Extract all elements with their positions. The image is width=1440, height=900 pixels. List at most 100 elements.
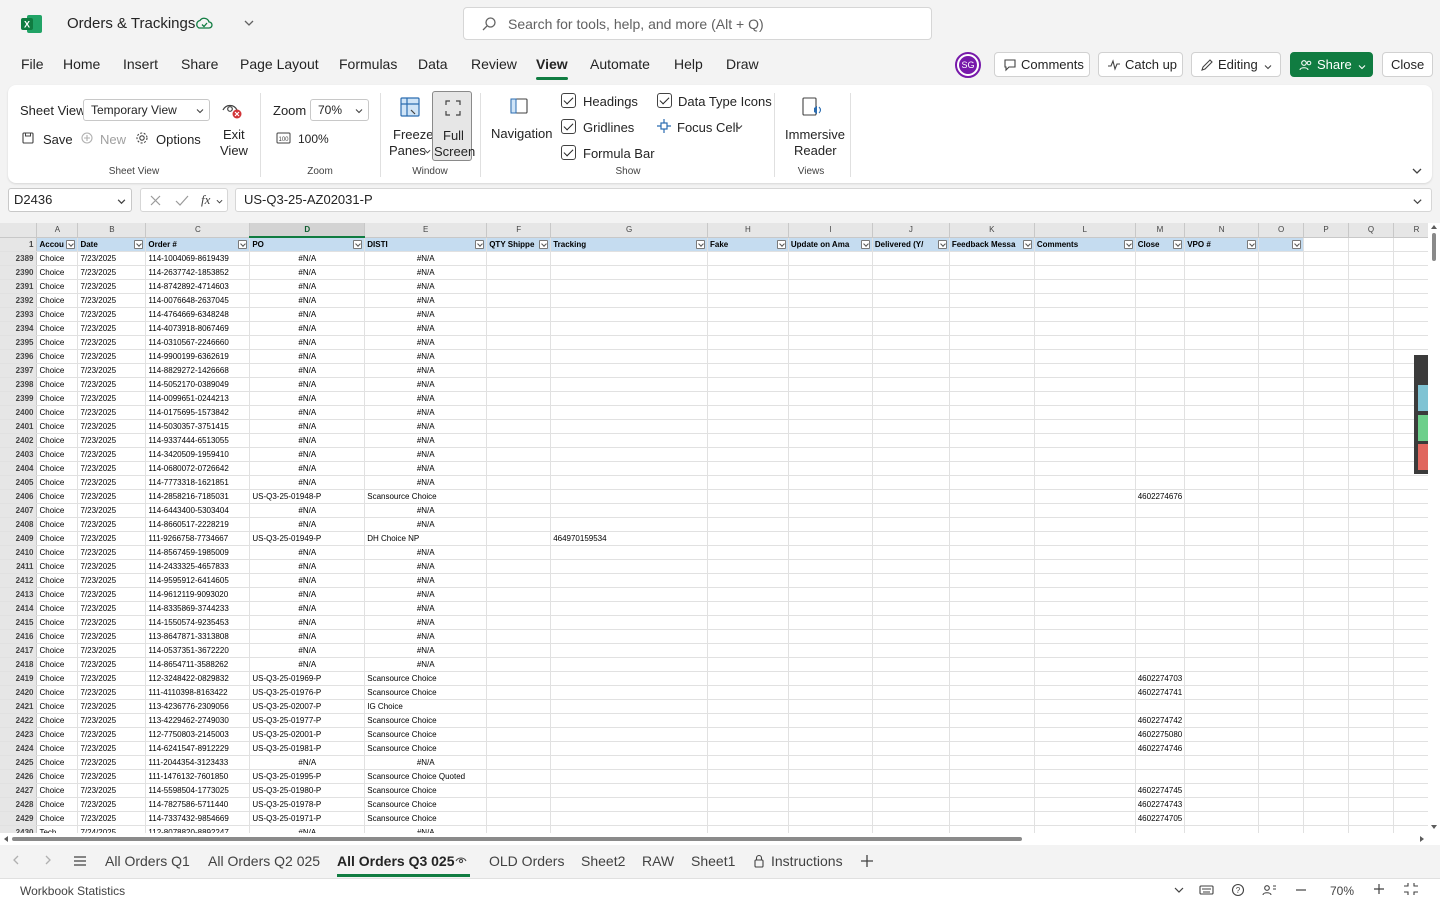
cell[interactable]: 7/23/2025 — [77, 727, 147, 742]
cell[interactable]: 7/23/2025 — [77, 363, 147, 378]
cell[interactable]: #N/A — [364, 279, 488, 294]
cell[interactable] — [1348, 671, 1394, 686]
cell[interactable] — [1258, 419, 1305, 434]
cell[interactable] — [949, 671, 1035, 686]
cell[interactable]: Choice — [36, 573, 79, 588]
cell[interactable] — [1258, 545, 1305, 560]
cell[interactable] — [1348, 741, 1394, 756]
cell[interactable]: 7/23/2025 — [77, 643, 147, 658]
cell[interactable] — [486, 321, 552, 336]
cell[interactable] — [949, 307, 1035, 322]
cell[interactable]: #N/A — [364, 251, 488, 266]
cell[interactable] — [949, 405, 1035, 420]
cell[interactable] — [1348, 321, 1394, 336]
cell[interactable]: 7/23/2025 — [77, 279, 147, 294]
cell[interactable] — [949, 727, 1035, 742]
cell[interactable] — [872, 433, 950, 448]
cell[interactable] — [872, 811, 950, 826]
cell[interactable] — [1034, 825, 1136, 833]
exit-full-screen-icon[interactable] — [1403, 882, 1419, 896]
cell[interactable]: 7/23/2025 — [77, 811, 147, 826]
cell[interactable] — [788, 279, 873, 294]
sheet-tab-7[interactable]: Sheet1 — [691, 853, 735, 869]
cell[interactable] — [1348, 265, 1394, 280]
cell[interactable] — [1258, 783, 1305, 798]
cell[interactable] — [1184, 727, 1260, 742]
cell[interactable]: 112-8078820-8892247 — [145, 825, 251, 833]
cell[interactable] — [1135, 279, 1186, 294]
cell[interactable]: US-Q3-25-02001-P — [249, 727, 366, 742]
cell[interactable] — [550, 461, 708, 476]
exit-view-line1[interactable]: Exit — [223, 127, 245, 142]
cell[interactable] — [1184, 363, 1260, 378]
cell[interactable] — [788, 377, 873, 392]
table-header-cell[interactable]: Date — [77, 237, 147, 252]
row-header[interactable]: 2424 — [0, 741, 38, 756]
cell[interactable] — [1348, 293, 1394, 308]
cell[interactable] — [486, 545, 552, 560]
cell[interactable] — [1348, 531, 1394, 546]
cell[interactable] — [1034, 433, 1136, 448]
cell[interactable] — [1348, 755, 1394, 770]
cell[interactable] — [788, 335, 873, 350]
search-input[interactable] — [508, 14, 908, 34]
cell[interactable] — [949, 419, 1035, 434]
cell[interactable] — [550, 769, 708, 784]
cell[interactable] — [1034, 727, 1136, 742]
cell[interactable] — [1184, 643, 1260, 658]
cell[interactable] — [949, 797, 1035, 812]
row-header[interactable]: 2412 — [0, 573, 38, 588]
cell[interactable]: #N/A — [249, 363, 366, 378]
cell[interactable] — [707, 685, 789, 700]
filter-dropdown-icon[interactable] — [695, 239, 705, 249]
cell[interactable] — [1135, 615, 1186, 630]
cell[interactable]: 114-2433325-4657833 — [145, 559, 251, 574]
cell[interactable] — [1258, 699, 1305, 714]
cell[interactable] — [1258, 349, 1305, 364]
cell[interactable]: 7/23/2025 — [77, 573, 147, 588]
cell[interactable] — [707, 615, 789, 630]
cell[interactable]: Choice — [36, 433, 79, 448]
cell[interactable] — [949, 377, 1035, 392]
cell[interactable]: 7/23/2025 — [77, 293, 147, 308]
cell[interactable] — [707, 377, 789, 392]
cell[interactable]: #N/A — [249, 265, 366, 280]
cell[interactable] — [1348, 559, 1394, 574]
cell[interactable]: 111-4110398-8163422 — [145, 685, 251, 700]
cell[interactable] — [1303, 531, 1349, 546]
cell[interactable] — [486, 643, 552, 658]
cell[interactable]: US-Q3-25-01948-P — [249, 489, 366, 504]
row-header[interactable]: 2419 — [0, 671, 38, 686]
cell[interactable] — [788, 657, 873, 672]
cell[interactable]: Scansource Choice — [364, 783, 488, 798]
column-header-n[interactable]: N — [1184, 223, 1260, 238]
cell[interactable] — [486, 825, 552, 833]
cell[interactable] — [949, 433, 1035, 448]
cell[interactable]: #N/A — [249, 447, 366, 462]
cell[interactable] — [486, 391, 552, 406]
cell[interactable] — [1135, 587, 1186, 602]
cell[interactable] — [486, 377, 552, 392]
cell[interactable]: #N/A — [249, 321, 366, 336]
freeze-panes-line2[interactable]: Panes — [389, 143, 426, 158]
cell[interactable]: Choice — [36, 797, 79, 812]
cell[interactable] — [1034, 489, 1136, 504]
cell[interactable]: #N/A — [249, 755, 366, 770]
formula-input[interactable]: US-Q3-25-AZ02031-P — [235, 188, 1432, 212]
cell[interactable] — [1348, 517, 1394, 532]
cell[interactable]: 7/23/2025 — [77, 615, 147, 630]
keyboard-icon[interactable] — [1199, 884, 1214, 896]
menu-insert[interactable]: Insert — [123, 56, 158, 72]
cell[interactable]: 7/23/2025 — [77, 265, 147, 280]
cell[interactable]: #N/A — [249, 559, 366, 574]
cell[interactable] — [486, 419, 552, 434]
cell[interactable] — [707, 293, 789, 308]
cell[interactable]: 114-1550574-9235453 — [145, 615, 251, 630]
cell[interactable] — [486, 797, 552, 812]
cell[interactable] — [550, 727, 708, 742]
filter-dropdown-icon[interactable] — [238, 239, 248, 249]
filter-dropdown-icon[interactable] — [860, 239, 870, 249]
row-header[interactable]: 2402 — [0, 433, 38, 448]
cell[interactable] — [1303, 643, 1349, 658]
cancel-icon[interactable] — [149, 194, 162, 207]
